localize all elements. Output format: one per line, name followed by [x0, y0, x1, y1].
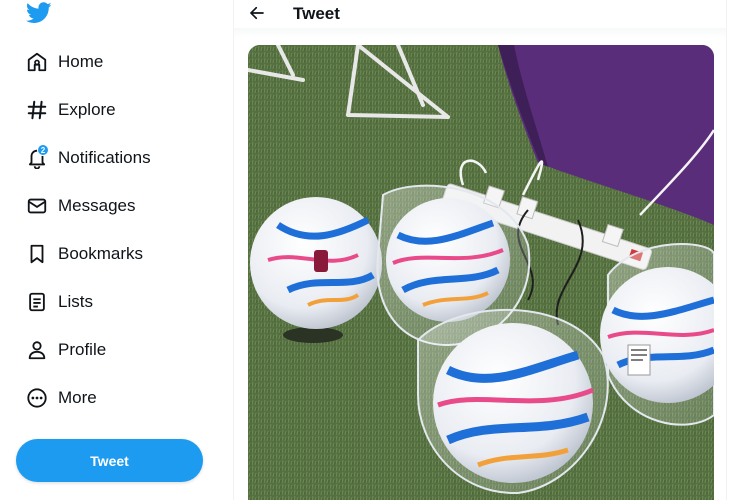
- home-icon: [20, 49, 54, 75]
- sidebar-item-bookmarks[interactable]: Bookmarks: [20, 234, 220, 274]
- sidebar-item-label: Profile: [58, 340, 107, 359]
- sidebar-item-label: Notifications: [58, 148, 151, 167]
- tweet-media-image[interactable]: [248, 45, 714, 500]
- sidebar-item-label: More: [58, 388, 97, 407]
- tweet-header: Tweet: [234, 0, 726, 28]
- notification-count-badge: 2: [37, 144, 49, 156]
- column-divider: [726, 0, 727, 500]
- sidebar-item-messages[interactable]: Messages: [20, 186, 220, 226]
- sidebar-item-label: Explore: [58, 100, 116, 119]
- sidebar-item-label: Home: [58, 52, 104, 71]
- sidebar-item-home[interactable]: Home: [20, 42, 220, 82]
- bell-icon: 2: [20, 144, 54, 171]
- more-circle-icon: [20, 385, 54, 411]
- back-arrow-icon[interactable]: [248, 4, 266, 22]
- tweet-button[interactable]: Tweet: [16, 439, 203, 482]
- twitter-logo-icon[interactable]: [26, 2, 52, 24]
- photo-soccer-balls: [248, 45, 714, 500]
- person-icon: [20, 337, 54, 363]
- sidebar-item-explore[interactable]: Explore: [20, 90, 220, 130]
- envelope-icon: [20, 193, 54, 219]
- hashtag-icon: [20, 97, 54, 123]
- list-icon: [20, 289, 54, 315]
- main-column: Tweet: [234, 0, 726, 500]
- bookmark-icon: [20, 241, 54, 267]
- page-title: Tweet: [293, 4, 340, 23]
- sidebar-item-profile[interactable]: Profile: [20, 330, 220, 370]
- twitter-app: Home Explore 2 Notifications Messages Bo…: [0, 0, 750, 500]
- header-shadow: [234, 28, 726, 38]
- sidebar: Home Explore 2 Notifications Messages Bo…: [0, 0, 233, 500]
- sidebar-item-label: Lists: [58, 292, 93, 311]
- sidebar-item-more[interactable]: More: [20, 378, 220, 418]
- sidebar-item-label: Messages: [58, 196, 136, 215]
- sidebar-item-label: Bookmarks: [58, 244, 144, 263]
- sidebar-item-notifications[interactable]: 2 Notifications: [20, 138, 220, 178]
- sidebar-item-lists[interactable]: Lists: [20, 282, 220, 322]
